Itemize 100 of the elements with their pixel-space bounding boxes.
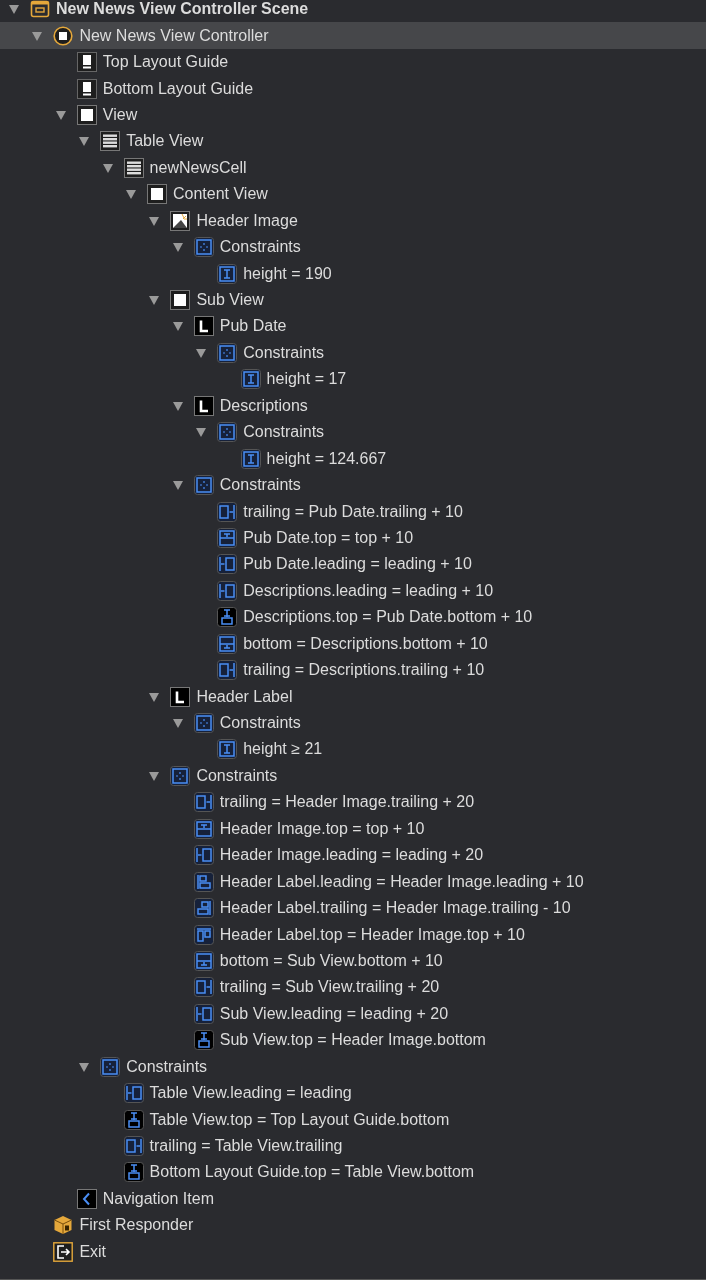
disclosure-triangle-down-icon[interactable] [148,690,161,703]
outline-label: Constraints [126,1057,208,1076]
constraint-icon [217,739,238,760]
outline-row[interactable]: Descriptions [0,392,706,419]
constraint-icon [193,950,214,971]
constraint-icon [217,263,238,284]
table-view-icon [100,131,121,152]
disclosure-triangle-down-icon[interactable] [171,479,184,492]
outline-label: Constraints [219,714,301,733]
constraint-icon [193,475,214,496]
outline-label: Table View.top = Top Layout Guide.bottom [149,1110,450,1129]
outline-label: Descriptions.leading = leading + 10 [243,581,494,600]
view-icon [76,104,97,125]
outline-row[interactable]: New News View Controller Scene [0,0,706,23]
outline-row[interactable]: Header Image.top = top + 10 [0,815,706,842]
outline-row[interactable]: Header Label.leading = Header Image.leading + 10 [0,868,706,895]
outline-row[interactable]: Bottom Layout Guide.top = Table View.bottom [0,1159,706,1186]
outline-row[interactable]: height = 17 [0,366,706,393]
outline-row[interactable]: Descriptions.leading = leading + 10 [0,577,706,605]
disclosure-triangle-down-icon[interactable] [148,769,161,782]
constraint-icon [217,580,238,601]
constraint-icon [217,422,238,443]
disclosure-triangle-down-icon[interactable] [101,161,114,174]
outline-row[interactable]: Pub Date.top = top + 10 [0,524,706,552]
outline-row[interactable]: Header Image.leading = leading + 20 [0,842,706,869]
outline-row[interactable]: trailing = Descriptions.trailing + 10 [0,656,706,684]
outline-label: height = 124.667 [266,449,387,468]
outline-label: Top Layout Guide [102,53,229,72]
outline-row[interactable]: View [0,101,706,129]
outline-row[interactable]: Sub View.top = Header Image.bottom [0,1027,706,1054]
outline-row[interactable]: Constraints [0,1053,706,1080]
constraint-icon [217,554,238,575]
outline-row[interactable]: Pub Date [0,313,706,340]
outline-label: height = 17 [266,370,347,389]
disclosure-triangle-down-icon[interactable] [171,241,184,254]
constraint-icon [240,448,261,469]
outline-row[interactable]: trailing = Table View.trailing [0,1132,706,1160]
outline-label: Table View [126,132,204,151]
outline-row[interactable]: height = 124.667 [0,445,706,472]
disclosure-triangle-down-icon[interactable] [31,29,44,42]
outline-row[interactable]: Constraints [0,339,706,367]
outline-row[interactable]: Table View.top = Top Layout Guide.bottom [0,1106,706,1133]
outline-row[interactable]: Exit [0,1238,706,1265]
outline-label: height ≥ 21 [243,740,323,759]
outline-label: Pub Date.top = top + 10 [243,528,414,547]
constraint-icon [193,845,214,866]
outline-row[interactable]: bottom = Descriptions.bottom + 10 [0,630,706,657]
outline-row[interactable]: Top Layout Guide [0,48,706,76]
outline-label: newNewsCell [149,158,247,177]
outline-row[interactable]: Header Label.trailing = Header Image.trailing - 10 [0,894,706,922]
outline-row[interactable]: height ≥ 21 [0,736,706,763]
outline-row[interactable]: Constraints [0,471,706,499]
view-icon [170,290,191,311]
outline-label: Content View [173,185,268,204]
disclosure-triangle-down-icon[interactable] [171,399,184,412]
disclosure-triangle-down-icon[interactable] [195,346,208,359]
outline-row[interactable]: trailing = Pub Date.trailing + 10 [0,498,706,525]
outline-row[interactable]: Table View.leading = leading [0,1079,706,1107]
outline-row[interactable]: newNewsCell [0,154,706,182]
outline-row[interactable]: Header Label [0,683,706,710]
disclosure-triangle-down-icon[interactable] [171,320,184,333]
outline-row[interactable]: trailing = Header Image.trailing + 20 [0,789,706,816]
disclosure-triangle-down-icon[interactable] [78,1060,91,1073]
outline-row[interactable]: Header Image [0,207,706,234]
outline-label: Header Label.leading = Header Image.leading + 10 [219,872,584,891]
label-icon [170,686,191,707]
disclosure-triangle-down-icon[interactable] [148,214,161,227]
outline-row[interactable]: Constraints [0,233,706,261]
outline-row[interactable]: Sub View.leading = leading + 20 [0,1000,706,1028]
disclosure-triangle-down-icon[interactable] [78,135,91,148]
outline-label: height = 190 [243,264,332,283]
outline-label: bottom = Sub View.bottom + 10 [219,951,443,970]
exit-icon [53,1241,74,1262]
outline-label: Header Label.trailing = Header Image.trailing - 10 [219,899,571,918]
disclosure-triangle-down-icon[interactable] [195,426,208,439]
outline-row[interactable]: trailing = Sub View.trailing + 20 [0,974,706,1001]
outline-row[interactable]: New News View Controller [0,22,706,49]
disclosure-triangle-down-icon[interactable] [8,3,20,16]
disclosure-triangle-down-icon[interactable] [148,294,161,307]
constraint-icon [217,342,238,363]
outline-row[interactable]: Header Label.top = Header Image.top + 10 [0,921,706,948]
outline-row[interactable]: Content View [0,181,706,208]
outline-row[interactable]: Pub Date.leading = leading + 10 [0,551,706,578]
outline-row[interactable]: Descriptions.top = Pub Date.bottom + 10 [0,604,706,631]
outline-label: trailing = Header Image.trailing + 20 [219,793,475,812]
outline-row[interactable]: Constraints [0,419,706,446]
disclosure-triangle-down-icon[interactable] [54,108,67,121]
disclosure-triangle-down-icon[interactable] [171,717,184,730]
outline-row[interactable]: First Responder [0,1212,706,1239]
outline-row[interactable]: Navigation Item [0,1185,706,1213]
outline-row[interactable]: Table View [0,128,706,155]
outline-row[interactable]: Sub View [0,286,706,314]
outline-label: Constraints [219,476,301,495]
outline-row[interactable]: bottom = Sub View.bottom + 10 [0,947,706,975]
outline-row[interactable]: Bottom Layout Guide [0,75,706,102]
image-view-icon [170,210,191,231]
disclosure-triangle-down-icon[interactable] [125,188,137,201]
outline-row[interactable]: Constraints [0,762,706,790]
outline-row[interactable]: Constraints [0,709,706,737]
outline-row[interactable]: height = 190 [0,260,706,287]
